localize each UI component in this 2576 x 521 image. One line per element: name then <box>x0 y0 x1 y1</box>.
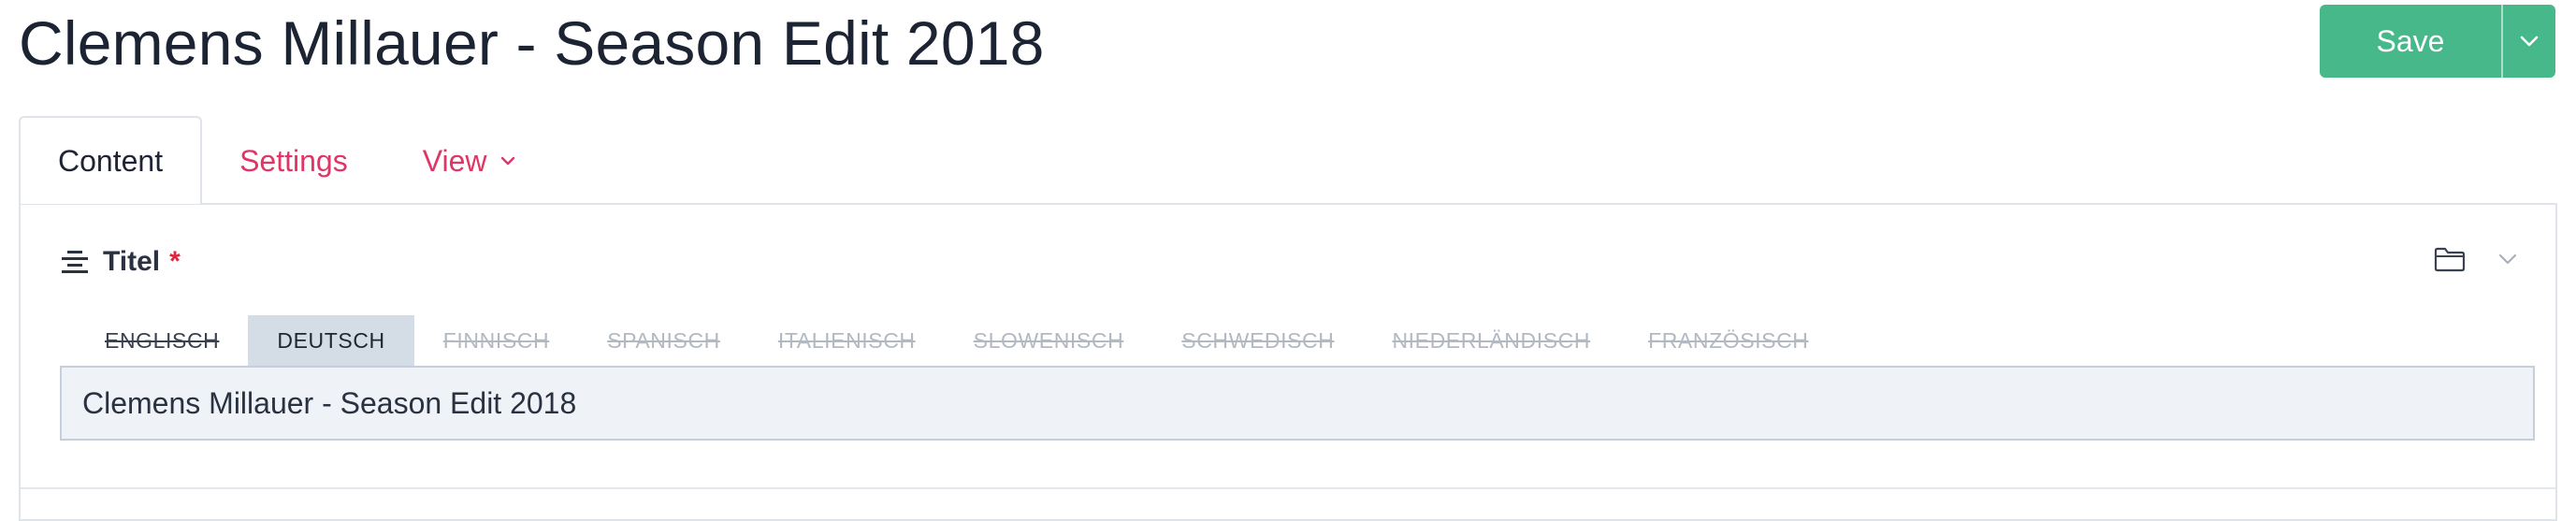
tab-settings[interactable]: Settings <box>202 118 385 204</box>
tab-view[interactable]: View <box>385 118 555 204</box>
lang-tab-finnisch[interactable]: FINNISCH <box>414 315 578 366</box>
lang-tab-englisch[interactable]: ENGLISCH <box>60 315 248 366</box>
lang-tab-slowenisch[interactable]: SLOWENISCH <box>945 315 1153 366</box>
chevron-down-icon <box>499 155 516 166</box>
chevron-down-icon[interactable] <box>2497 253 2518 266</box>
text-align-center-icon <box>62 251 88 273</box>
field-header: Titel * <box>60 246 181 278</box>
required-marker: * <box>169 246 181 277</box>
page-title: Clemens Millauer - Season Edit 2018 <box>19 8 1045 78</box>
lang-tab-schwedisch[interactable]: SCHWEDISCH <box>1152 315 1363 366</box>
field-actions <box>2434 246 2518 272</box>
lang-tab-niederlaendisch[interactable]: NIEDERLÄNDISCH <box>1363 315 1619 366</box>
language-tabs: ENGLISCH DEUTSCH FINNISCH SPANISCH ITALI… <box>60 315 1838 366</box>
save-button-group: Save <box>2320 5 2555 78</box>
divider <box>21 487 2555 489</box>
folder-icon[interactable] <box>2434 246 2466 272</box>
tab-bar: Content Settings View <box>19 116 555 204</box>
tab-view-label: View <box>422 143 487 178</box>
save-button[interactable]: Save <box>2320 5 2503 78</box>
lang-tab-deutsch[interactable]: DEUTSCH <box>248 315 414 366</box>
title-input[interactable] <box>60 366 2535 441</box>
tab-content[interactable]: Content <box>19 116 203 204</box>
save-options-toggle[interactable] <box>2503 5 2555 78</box>
field-label: Titel <box>103 246 161 277</box>
chevron-down-icon <box>2520 36 2539 47</box>
lang-tab-spanisch[interactable]: SPANISCH <box>578 315 749 366</box>
content-panel: Titel * ENGLISCH DEUTSCH FINNISCH SPANIS… <box>19 203 2557 521</box>
lang-tab-franzoesisch[interactable]: FRANZÖSISCH <box>1619 315 1837 366</box>
lang-tab-italienisch[interactable]: ITALIENISCH <box>749 315 945 366</box>
